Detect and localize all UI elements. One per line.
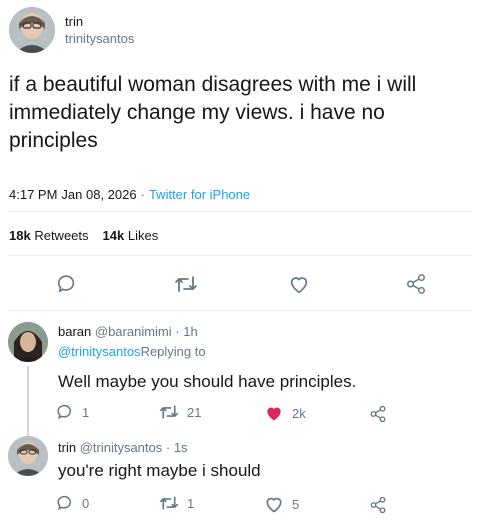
likes-count: 14k xyxy=(102,228,125,243)
reply-handle[interactable]: @baranimimi xyxy=(95,324,172,339)
reply-display-name[interactable]: baran xyxy=(58,324,91,339)
meta-separator: · xyxy=(140,187,145,202)
like-icon xyxy=(264,494,284,514)
tweet-text-line: immediately change my views. i have no xyxy=(9,101,385,124)
tweet-text-line: if a beautiful woman disagrees with me i… xyxy=(9,73,417,96)
avatar[interactable] xyxy=(9,7,55,53)
replying-to-handle[interactable]: @trinitysantos xyxy=(58,344,141,359)
replying-to-label: Replying to xyxy=(140,344,206,359)
tweet-date[interactable]: Jan 08, 2026 xyxy=(61,187,136,202)
share-icon[interactable] xyxy=(369,405,387,423)
avatar[interactable] xyxy=(8,436,48,476)
reply-text: you're right maybe i should xyxy=(58,461,261,480)
tweet-time[interactable]: 4:17 PM xyxy=(9,187,57,202)
retweets-count: 18k xyxy=(9,228,31,243)
replying-to: @trinitysantosReplying to xyxy=(58,344,206,359)
reply-time[interactable]: · 1s xyxy=(166,440,188,455)
tweet-source[interactable]: Twitter for iPhone xyxy=(149,187,250,202)
reply-header: trin @trinitysantos · 1s xyxy=(58,440,188,455)
thread-line xyxy=(27,366,29,436)
reply-time[interactable]: · 1h xyxy=(175,324,197,339)
like-count: 2k xyxy=(292,405,306,421)
tweet-stats: 18k Retweets 14k Likes xyxy=(9,228,158,243)
reply-handle[interactable]: @trinitysantos xyxy=(80,440,163,455)
reply-icon xyxy=(56,494,74,512)
divider xyxy=(8,211,472,212)
share-icon[interactable] xyxy=(369,496,387,514)
tweet-meta: 4:17 PM Jan 08, 2026 · Twitter for iPhon… xyxy=(9,187,250,202)
retweets-stat[interactable]: 18k Retweets xyxy=(9,228,89,243)
retweet-icon[interactable] xyxy=(174,273,198,295)
avatar[interactable] xyxy=(8,322,48,362)
reply-text: Well maybe you should have principles. xyxy=(58,372,357,391)
retweets-label: Retweets xyxy=(34,228,89,243)
retweet-button[interactable]: 1 xyxy=(159,494,194,512)
author-display-name[interactable]: trin xyxy=(65,14,83,29)
retweet-icon xyxy=(159,494,179,512)
divider xyxy=(8,310,472,311)
reply-header: baran @baranimimi · 1h xyxy=(58,324,198,339)
author-handle[interactable]: trinitysantos xyxy=(65,31,134,46)
reply-count: 1 xyxy=(82,404,90,420)
like-button[interactable]: 5 xyxy=(264,494,299,514)
retweet-icon xyxy=(159,403,179,421)
reply-display-name[interactable]: trin xyxy=(58,440,76,455)
likes-stat[interactable]: 14k Likes xyxy=(103,228,159,243)
like-count: 5 xyxy=(292,496,300,512)
reply-button[interactable]: 1 xyxy=(56,403,89,421)
reply-button[interactable]: 0 xyxy=(56,494,89,512)
tweet-text: if a beautiful woman disagrees with me i… xyxy=(9,71,469,155)
likes-label: Likes xyxy=(127,228,159,243)
tweet-text-line: principles xyxy=(9,129,98,152)
retweet-count: 21 xyxy=(187,404,202,420)
retweet-button[interactable]: 21 xyxy=(159,403,201,421)
like-icon-filled xyxy=(264,403,284,423)
reply-count: 0 xyxy=(82,495,90,511)
like-button[interactable]: 2k xyxy=(264,403,306,423)
retweet-count: 1 xyxy=(187,495,195,511)
reply-icon xyxy=(56,403,74,421)
divider xyxy=(8,255,472,256)
share-icon[interactable] xyxy=(405,273,427,295)
reply-icon[interactable] xyxy=(56,273,78,295)
like-icon[interactable] xyxy=(288,273,310,295)
